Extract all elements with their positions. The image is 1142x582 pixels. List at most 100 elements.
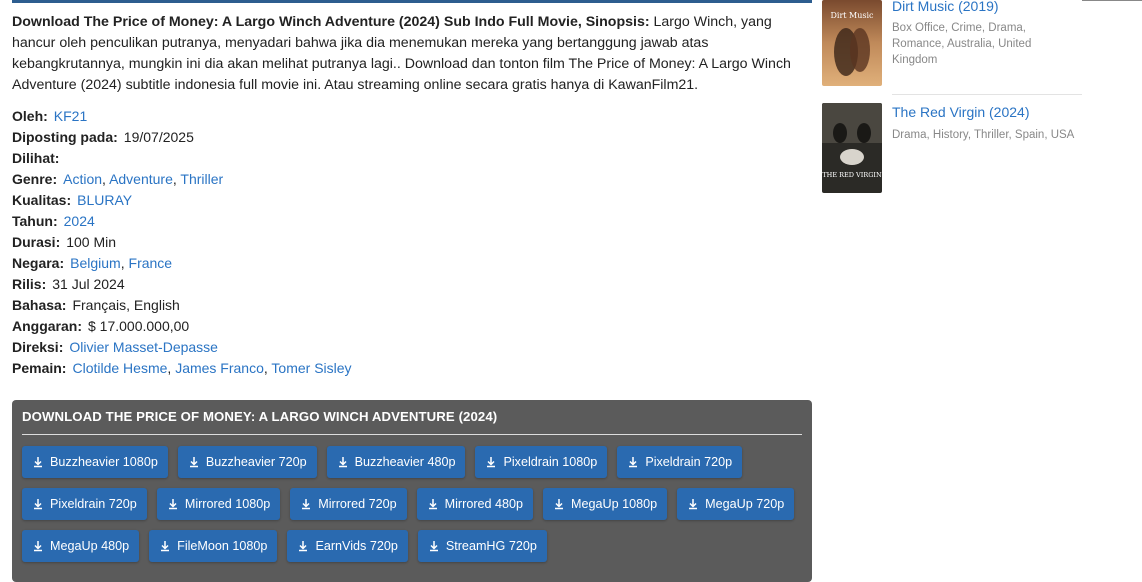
related-title[interactable]: The Red Virgin (2024) <box>892 104 1029 120</box>
download-button-label: Mirrored 720p <box>318 497 397 511</box>
download-button[interactable]: Buzzheavier 1080p <box>22 446 168 478</box>
meta-label: Genre: <box>12 171 58 187</box>
poster-image[interactable]: Dirt Music <box>822 0 882 86</box>
dirt-music-poster: Dirt Music <box>822 0 882 86</box>
meta-diposting: Diposting pada: 19/07/2025 <box>12 127 812 148</box>
author-link[interactable]: KF21 <box>54 108 87 124</box>
meta-direksi: Direksi: Olivier Masset-Depasse <box>12 337 812 358</box>
poster-image[interactable]: THE RED VIRGIN <box>822 103 882 193</box>
meta-label: Rilis: <box>12 276 47 292</box>
meta-label: Negara: <box>12 255 65 271</box>
download-icon <box>629 457 638 468</box>
meta-label: Durasi: <box>12 234 61 250</box>
download-row: MegaUp 480p FileMoon 1080p EarnVids 720p St… <box>22 530 812 562</box>
download-button[interactable]: Buzzheavier 480p <box>326 446 466 478</box>
related-divider <box>892 94 1082 95</box>
article-body: Download The Price of Money: A Largo Win… <box>12 12 812 379</box>
download-title: DOWNLOAD THE PRICE OF MONEY: A LARGO WIN… <box>22 409 498 424</box>
download-button[interactable]: Mirrored 1080p <box>156 488 281 520</box>
posted-date: 19/07/2025 <box>123 129 194 145</box>
download-button[interactable]: FileMoon 1080p <box>149 530 278 562</box>
download-icon <box>189 457 198 468</box>
download-button-label: Mirrored 480p <box>444 497 524 511</box>
download-button[interactable]: Buzzheavier 720p <box>177 446 317 478</box>
download-button[interactable]: MegaUp 480p <box>22 530 140 562</box>
download-button[interactable]: MegaUp 1080p <box>543 488 668 520</box>
download-button-label: Mirrored 1080p <box>184 497 271 511</box>
cast-link[interactable]: Tomer Sisley <box>271 360 351 376</box>
download-icon <box>161 541 170 552</box>
download-row: Pixeldrain 720p Mirrored 1080p Mirrored 72… <box>22 488 812 520</box>
year-link[interactable]: 2024 <box>64 213 95 229</box>
download-button-label: Pixeldrain 720p <box>50 497 137 511</box>
meta-label: Kualitas: <box>12 192 72 208</box>
download-button-label: MegaUp 720p <box>705 497 785 511</box>
poster-title-text: Dirt Music <box>830 11 874 20</box>
meta-negara: Negara: Belgium, France <box>12 255 173 271</box>
download-icon <box>34 499 42 510</box>
download-icon <box>168 499 177 510</box>
meta-label: Pemain: <box>12 360 67 376</box>
cast-link[interactable]: James Franco <box>175 360 264 376</box>
cast-link[interactable]: Clotilde Hesme <box>72 360 167 376</box>
meta-label: Bahasa: <box>12 297 67 313</box>
download-buttons: Buzzheavier 1080p Buzzheavier 720p Buzzhea… <box>22 446 812 572</box>
download-button[interactable]: Pixeldrain 720p <box>22 488 147 520</box>
meta-label: Dilihat: <box>12 150 60 166</box>
download-button-label: StreamHG 720p <box>445 539 537 553</box>
language-value: Français, English <box>72 297 180 313</box>
download-button[interactable]: EarnVids 720p <box>287 530 408 562</box>
related-title[interactable]: Dirt Music (2019) <box>892 0 999 14</box>
download-icon <box>555 499 564 510</box>
genre-link[interactable]: Thriller <box>180 171 223 187</box>
meta-rilis: Rilis: 31 Jul 2024 <box>12 274 812 295</box>
director-link[interactable]: Olivier Masset-Depasse <box>69 339 218 355</box>
download-icon <box>299 541 308 552</box>
download-button-label: Pixeldrain 1080p <box>503 455 598 469</box>
download-icon <box>34 457 42 468</box>
meta-label: Direksi: <box>12 339 64 355</box>
meta-tahun: Tahun: 2024 <box>12 211 812 232</box>
content-top-bar <box>12 0 812 3</box>
meta-kualitas: Kualitas: BLURAY <box>12 190 812 211</box>
download-button-label: Buzzheavier 1080p <box>50 455 158 469</box>
download-divider <box>22 434 802 435</box>
download-box: DOWNLOAD THE PRICE OF MONEY: A LARGO WIN… <box>12 400 812 582</box>
download-button[interactable]: MegaUp 720p <box>677 488 795 520</box>
genre-link[interactable]: Adventure <box>109 171 173 187</box>
download-button-label: Buzzheavier 720p <box>205 455 307 469</box>
country-link[interactable]: France <box>129 255 173 271</box>
poster-title-text: THE RED VIRGIN <box>822 171 882 179</box>
download-button-label: Buzzheavier 480p <box>354 455 456 469</box>
meta-label: Anggaran: <box>12 318 82 334</box>
download-button[interactable]: Mirrored 480p <box>416 488 534 520</box>
download-icon <box>428 499 437 510</box>
download-icon <box>34 541 42 552</box>
download-row: Buzzheavier 1080p Buzzheavier 720p Buzzhea… <box>22 446 812 478</box>
download-button-label: MegaUp 1080p <box>571 497 658 511</box>
meta-pemain: Pemain: Clotilde Hesme, James Franco, Tom… <box>12 360 352 376</box>
quality-link[interactable]: BLURAY <box>77 192 132 208</box>
download-button[interactable]: Pixeldrain 1080p <box>475 446 608 478</box>
budget-value: $ 17.000.000,00 <box>88 318 190 334</box>
genre-link[interactable]: Action <box>63 171 102 187</box>
meta-label: Diposting pada: <box>12 129 118 145</box>
download-button[interactable]: Pixeldrain 720p <box>617 446 743 478</box>
meta-genre: Genre: Action, Adventure, Thriller <box>12 171 224 187</box>
related-meta: Drama, History, Thriller, Spain, USA <box>892 129 1075 141</box>
sidebar-top-line <box>1082 0 1142 1</box>
release-value: 31 Jul 2024 <box>52 276 125 292</box>
meta-oleh: Oleh: KF21 <box>12 106 812 127</box>
related-meta: Box Office, Crime, Drama, Romance, Austr… <box>892 22 1032 66</box>
meta-label: Tahun: <box>12 213 58 229</box>
meta-bahasa: Bahasa: Français, English <box>12 295 812 316</box>
red-virgin-poster: THE RED VIRGIN <box>822 103 882 193</box>
download-icon <box>338 457 347 468</box>
download-button[interactable]: Mirrored 720p <box>290 488 407 520</box>
download-button-label: Pixeldrain 720p <box>645 455 733 469</box>
country-link[interactable]: Belgium <box>70 255 121 271</box>
synopsis-heading: Download The Price of Money: A Largo Win… <box>12 14 650 30</box>
download-button[interactable]: StreamHG 720p <box>417 530 547 562</box>
download-icon <box>302 499 311 510</box>
movie-meta: Oleh: KF21 Diposting pada: 19/07/2025 Dili… <box>12 106 812 379</box>
